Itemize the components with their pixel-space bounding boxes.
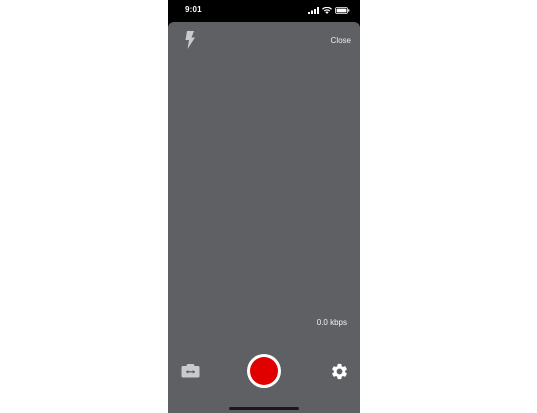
status-bar: 9:01 bbox=[168, 0, 360, 22]
signal-icon bbox=[308, 1, 319, 19]
close-button[interactable]: Close bbox=[331, 36, 351, 45]
flash-icon bbox=[182, 31, 198, 54]
flash-button[interactable] bbox=[182, 30, 198, 50]
switch-camera-button[interactable] bbox=[181, 362, 200, 379]
switch-camera-icon bbox=[181, 364, 200, 383]
gear-icon bbox=[330, 363, 349, 385]
battery-icon bbox=[335, 1, 350, 19]
settings-button[interactable] bbox=[330, 362, 349, 381]
home-indicator[interactable] bbox=[229, 407, 299, 410]
wifi-icon bbox=[322, 1, 332, 19]
status-icons bbox=[308, 6, 350, 14]
phone-screen: 9:01 Close 0.0 kbps bbox=[168, 0, 360, 413]
record-indicator bbox=[250, 357, 278, 385]
camera-preview[interactable]: Close 0.0 kbps bbox=[168, 22, 360, 413]
record-button[interactable] bbox=[247, 354, 281, 388]
status-time: 9:01 bbox=[185, 5, 202, 14]
bitrate-readout: 0.0 kbps bbox=[316, 318, 347, 327]
